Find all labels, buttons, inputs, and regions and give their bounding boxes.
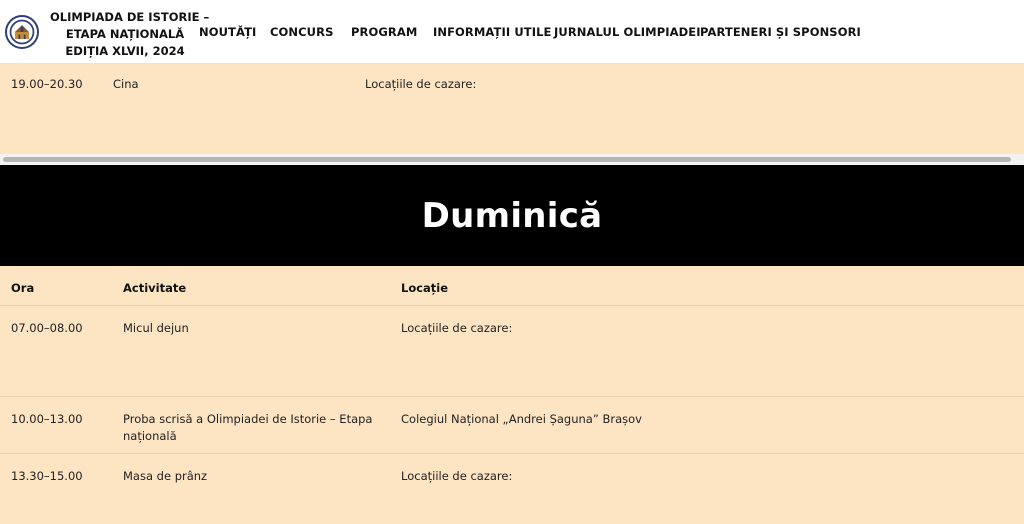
cell-ora: 13.30–15.00 — [11, 469, 83, 483]
cell-ora: 07.00–08.00 — [11, 321, 83, 335]
nav-item-parteneri-si-sponsori[interactable]: PARTENERI ȘI SPONSORI — [700, 25, 861, 39]
cell-ora: 19.00–20.30 — [11, 77, 83, 91]
site-title-line-1[interactable]: OLIMPIADA DE ISTORIE – — [50, 9, 209, 26]
nav-item-jurnalul-olimpiadei[interactable]: JURNALUL OLIMPIADEI — [554, 25, 701, 39]
column-header-locatie: Locație — [401, 281, 449, 295]
olympiad-logo[interactable] — [5, 15, 39, 49]
cell-activitate: Micul dejun — [123, 321, 189, 335]
column-header-ora: Ora — [11, 281, 35, 295]
schedule-table: Ora Activitate Locație 07.00–08.00 Micul… — [0, 266, 1024, 524]
nav-item-concurs[interactable]: CONCURS — [270, 25, 333, 39]
site-title-line-3[interactable]: EDIȚIA XLVII, 2024 — [50, 43, 200, 60]
cell-activitate: Proba scrisă a Olimpiadei de Istorie – E… — [123, 412, 373, 443]
cell-locatie: Locațiile de cazare: — [401, 321, 513, 335]
nav-item-program[interactable]: PROGRAM — [351, 25, 417, 39]
site-title[interactable]: OLIMPIADA DE ISTORIE – ETAPA NAȚIONALĂ E… — [50, 9, 209, 60]
cell-ora: 10.00–13.00 — [11, 412, 83, 426]
table-header-row: Ora Activitate Locație — [0, 266, 1024, 306]
cell-locatie: Colegiul Național „Andrei Șaguna” Brașov — [401, 412, 642, 426]
cell-activitate: Masa de prânz — [123, 469, 208, 483]
table-row: 07.00–08.00 Micul dejun Locațiile de caz… — [0, 306, 1024, 397]
site-header: OLIMPIADA DE ISTORIE – ETAPA NAȚIONALĂ E… — [0, 0, 1024, 64]
day-banner: Duminică — [0, 165, 1024, 266]
olympiad-logo-icon — [7, 17, 37, 47]
table-row: 13.30–15.00 Masa de prânz Locațiile de c… — [0, 454, 1024, 524]
horizontal-scrollbar[interactable] — [0, 154, 1024, 165]
column-header-activitate: Activitate — [123, 281, 187, 295]
nav-item-noutati[interactable]: NOUTĂȚI — [199, 25, 256, 39]
cell-locatie: Locațiile de cazare: — [401, 469, 513, 483]
table-row: 19.00–20.30 Cina Locațiile de cazare: — [0, 64, 1024, 154]
cell-activitate: Cina — [113, 77, 139, 91]
nav-item-informatii-utile[interactable]: INFORMAȚII UTILE — [433, 25, 552, 39]
table-row: 10.00–13.00 Proba scrisă a Olimpiadei de… — [0, 397, 1024, 454]
day-title: Duminică — [421, 195, 603, 236]
site-title-line-2[interactable]: ETAPA NAȚIONALĂ — [50, 26, 200, 43]
cell-locatie: Locațiile de cazare: — [365, 77, 477, 91]
scrollbar-thumb[interactable] — [3, 157, 1011, 162]
